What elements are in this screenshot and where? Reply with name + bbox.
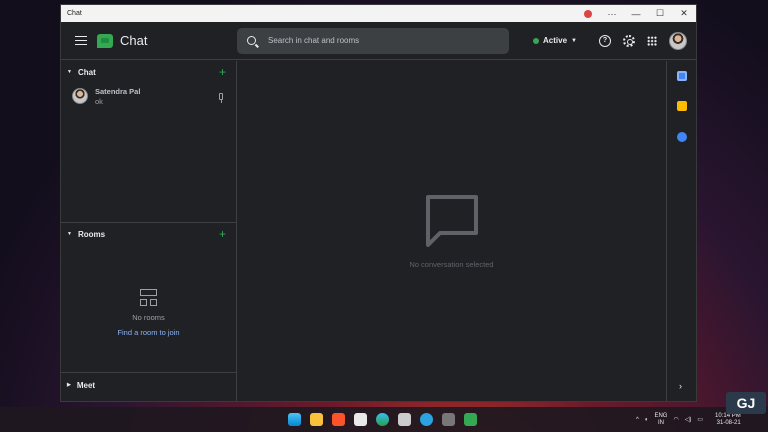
new-room-button[interactable]: + bbox=[219, 227, 226, 241]
search-bar[interactable] bbox=[237, 27, 509, 54]
search-input[interactable] bbox=[268, 36, 488, 45]
close-button[interactable]: ✕ bbox=[672, 5, 696, 22]
chat-section: ▼ Chat + Satendra Pal ok bbox=[61, 61, 236, 223]
sidebar: ▼ Chat + Satendra Pal ok ▼ Rooms + No ro… bbox=[61, 61, 237, 401]
help-icon[interactable]: ? bbox=[598, 34, 611, 47]
region-label: IN bbox=[657, 419, 664, 426]
tasks-icon[interactable] bbox=[677, 132, 687, 142]
wifi-icon[interactable]: ◠ bbox=[673, 416, 678, 423]
taskbar: ^ ◐ ENG IN ◠ ◁) ▭ 10:14 PM 31-08-21 bbox=[0, 407, 768, 432]
empty-conversation-state: No conversation selected bbox=[237, 193, 666, 269]
calendar-icon[interactable] bbox=[677, 71, 687, 81]
no-conversation-text: No conversation selected bbox=[409, 260, 494, 269]
title-bar: Chat ··· — ☐ ✕ bbox=[61, 5, 696, 22]
status-dot bbox=[533, 37, 539, 44]
find-room-link[interactable]: Find a room to join bbox=[117, 328, 179, 337]
dm-name: Satendra Pal bbox=[95, 86, 141, 96]
dm-item[interactable]: Satendra Pal ok bbox=[61, 83, 236, 107]
tray-app-icon[interactable]: ◐ bbox=[645, 417, 649, 423]
rooms-icon bbox=[140, 289, 157, 306]
rooms-section: ▼ Rooms + No rooms Find a room to join bbox=[61, 223, 236, 373]
store-icon[interactable] bbox=[354, 413, 367, 426]
message-icon bbox=[425, 195, 478, 247]
pin-icon[interactable] bbox=[219, 92, 223, 103]
system-tray: ^ ◐ ENG IN ◠ ◁) ▭ 10:14 PM 31-08-21 bbox=[636, 413, 741, 427]
apps-grid-icon[interactable] bbox=[646, 35, 657, 46]
meet-section-label: Meet bbox=[76, 380, 96, 390]
app-header: Chat Active ▼ ? bbox=[61, 22, 696, 60]
telegram-icon[interactable] bbox=[420, 413, 433, 426]
caret-down-icon: ▼ bbox=[67, 69, 72, 75]
clock[interactable]: 10:14 PM 31-08-21 bbox=[715, 413, 741, 427]
extension-icon[interactable] bbox=[584, 9, 592, 18]
clock-date: 31-08-21 bbox=[716, 419, 741, 426]
window-title: Chat bbox=[67, 10, 82, 17]
chevron-down-icon: ▼ bbox=[571, 37, 577, 44]
no-rooms-text: No rooms bbox=[132, 313, 165, 322]
file-explorer-icon[interactable] bbox=[310, 413, 323, 426]
meet-section-header[interactable]: ▶ Meet bbox=[61, 375, 236, 395]
chat-section-header[interactable]: ▼ Chat + bbox=[61, 61, 236, 83]
chat-taskbar-icon[interactable] bbox=[464, 413, 477, 426]
app-title: Chat bbox=[120, 33, 148, 48]
dm-avatar bbox=[72, 88, 88, 104]
caret-right-icon: ▶ bbox=[67, 382, 71, 388]
rooms-section-header[interactable]: ▼ Rooms + bbox=[61, 223, 236, 245]
keep-icon[interactable] bbox=[677, 101, 687, 111]
battery-icon[interactable]: ▭ bbox=[697, 416, 703, 423]
language-label: ENG bbox=[654, 412, 668, 419]
start-icon[interactable] bbox=[288, 413, 301, 426]
settings-icon[interactable] bbox=[442, 413, 455, 426]
meet-section: ▶ Meet bbox=[61, 375, 236, 395]
account-avatar[interactable] bbox=[668, 31, 687, 50]
app-icon[interactable] bbox=[398, 413, 411, 426]
side-panel: › bbox=[666, 61, 696, 401]
menu-icon bbox=[75, 39, 87, 42]
volume-icon[interactable]: ◁) bbox=[685, 416, 692, 423]
minimize-button[interactable]: — bbox=[624, 5, 648, 22]
chat-section-label: Chat bbox=[77, 67, 96, 77]
chat-logo-icon bbox=[97, 33, 113, 48]
new-chat-button[interactable]: + bbox=[219, 65, 226, 79]
more-options-button[interactable]: ··· bbox=[600, 5, 624, 22]
dm-last-message: ok bbox=[95, 96, 103, 106]
rooms-section-label: Rooms bbox=[77, 229, 106, 239]
watermark-logo: GJ bbox=[726, 392, 766, 414]
chevron-right-icon[interactable]: › bbox=[679, 381, 682, 391]
status-selector[interactable]: Active ▼ bbox=[533, 36, 577, 45]
maximize-button[interactable]: ☐ bbox=[648, 5, 672, 22]
search-icon bbox=[247, 36, 256, 45]
edge-icon[interactable] bbox=[376, 413, 389, 426]
caret-down-icon: ▼ bbox=[67, 231, 72, 237]
tray-chevron-icon[interactable]: ^ bbox=[636, 417, 639, 423]
chat-window: Chat ··· — ☐ ✕ Chat Active ▼ ? bbox=[60, 4, 697, 402]
main-menu-button[interactable] bbox=[61, 22, 101, 60]
rooms-empty-state: No rooms Find a room to join bbox=[61, 289, 236, 340]
language-indicator[interactable]: ENG IN bbox=[654, 413, 667, 427]
gear-icon[interactable] bbox=[622, 34, 635, 47]
brave-icon[interactable] bbox=[332, 413, 345, 426]
conversation-area: No conversation selected bbox=[237, 61, 666, 401]
status-label: Active bbox=[543, 36, 568, 45]
